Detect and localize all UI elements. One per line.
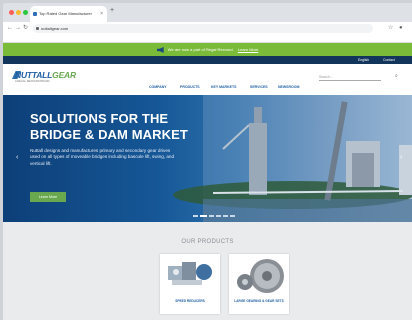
hero-prev-arrow[interactable]: ‹ (16, 154, 18, 161)
hero-description: Nuttall designs and manufactures primary… (30, 148, 175, 166)
promo-banner: We are now a part of Regal Rexnord. Lear… (3, 43, 412, 56)
back-icon[interactable]: ← (7, 25, 13, 32)
address-bar-row: ← → ↻ nuttallgear.com ☆ ● (3, 22, 412, 35)
hero-title-line1: SOLUTIONS FOR THE (30, 111, 169, 126)
product-card-large-gearing[interactable]: LARGE GEARING & GEAR SETS (229, 254, 289, 314)
contact-link[interactable]: Contact (383, 56, 395, 64)
hero-title-line2: BRIDGE & DAM MARKET (30, 127, 188, 142)
slide-indicator[interactable] (209, 215, 214, 217)
nav-item-company[interactable]: COMPANY (149, 85, 167, 89)
speed-reducer-image (168, 262, 212, 285)
new-tab-button[interactable]: + (110, 7, 114, 14)
slide-indicator[interactable] (216, 215, 221, 217)
promo-learn-more-link[interactable]: Learn More (238, 47, 258, 52)
language-selector[interactable]: English (358, 56, 369, 64)
hero-learn-more-button[interactable]: Learn More (30, 192, 66, 202)
nav-item-key-markets[interactable]: KEY MARKETS (211, 85, 236, 89)
favicon-icon (33, 12, 37, 16)
logo-tagline: A REGAL REXNORD BRAND (15, 80, 50, 83)
tab-title: Top Rated Gear Manufacturer (39, 11, 92, 16)
hero-banner: ‹ SOLUTIONS FOR THE BRIDGE & DAM MARKET … (3, 95, 412, 222)
forward-icon[interactable]: → (15, 25, 21, 32)
slide-indicator[interactable] (223, 215, 228, 217)
close-window-button[interactable] (9, 10, 14, 15)
megaphone-icon (156, 46, 164, 53)
search-icon[interactable]: ⌕ (395, 73, 398, 79)
browser-tab[interactable]: Top Rated Gear Manufacturer × (30, 6, 107, 22)
utility-bar: English Contact (3, 56, 412, 64)
large-gear-image (237, 259, 284, 293)
promo-text: We are now a part of Regal Rexnord. (167, 47, 234, 52)
browser-window: Top Rated Gear Manufacturer × + ← → ↻ nu… (3, 3, 412, 320)
lock-icon (36, 27, 39, 30)
nav-item-services[interactable]: SERVICES (250, 85, 268, 89)
products-title: OUR PRODUCTS (181, 239, 234, 245)
url-text: nuttallgear.com (41, 26, 69, 31)
products-section: OUR PRODUCTS SPEED REDUCERS LARGE GEARIN… (3, 222, 412, 320)
url-field[interactable]: nuttallgear.com (33, 24, 373, 33)
nav-item-newsroom[interactable]: NEWSROOM (278, 85, 299, 89)
slide-pager (193, 215, 237, 222)
nav-item-products[interactable]: PRODUCTS (180, 85, 200, 89)
product-card-speed-reducers[interactable]: SPEED REDUCERS (160, 254, 220, 314)
minimize-window-button[interactable] (16, 10, 21, 15)
logo-prefix: NUTTALL (15, 70, 53, 80)
profile-icon[interactable]: ● (399, 25, 403, 32)
reload-icon[interactable]: ↻ (23, 25, 28, 32)
close-tab-icon[interactable]: × (100, 6, 103, 22)
tab-strip: Top Rated Gear Manufacturer × + (3, 3, 412, 22)
slide-indicator[interactable] (200, 215, 207, 217)
product-name-large-gearing: LARGE GEARING & GEAR SETS (234, 299, 284, 303)
hero-next-arrow[interactable]: › (400, 154, 402, 161)
bookmark-star-icon[interactable]: ☆ (388, 25, 393, 32)
slide-indicator[interactable] (230, 215, 235, 217)
slide-indicator[interactable] (193, 215, 198, 217)
product-name-speed-reducers: SPEED REDUCERS (175, 299, 205, 303)
bookmarks-bar: Menusteel InboxGmailYouTubeNewsAltra Ind… (3, 35, 412, 43)
logo-suffix: GEAR (52, 70, 76, 80)
maximize-window-button[interactable] (23, 10, 28, 15)
search-input[interactable]: Search... (319, 74, 381, 81)
site-header: NUTTALLGEAR A REGAL REXNORD BRAND Search… (3, 64, 412, 95)
